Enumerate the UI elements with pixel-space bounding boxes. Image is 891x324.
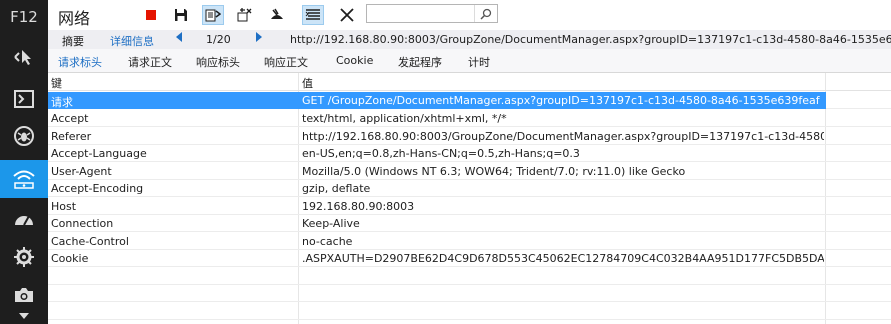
close-details-icon[interactable] bbox=[336, 5, 358, 25]
grid-header: 键 值 bbox=[48, 73, 891, 91]
header-value: 192.168.80.90:8003 bbox=[302, 200, 415, 213]
table-row[interactable]: Accept-Encoding gzip, deflate bbox=[48, 180, 891, 197]
header-key: Cache-Control bbox=[51, 235, 129, 248]
request-url: http://192.168.80.90:8003/GroupZone/Docu… bbox=[290, 33, 891, 46]
clear-entries-icon[interactable] bbox=[234, 5, 256, 25]
header-key: Accept bbox=[51, 112, 89, 125]
search-icon[interactable] bbox=[474, 5, 497, 22]
header-value: http://192.168.80.90:8003/GroupZone/Docu… bbox=[302, 130, 824, 143]
header-key: Connection bbox=[51, 217, 114, 230]
save-icon[interactable] bbox=[170, 5, 192, 25]
table-row[interactable]: Connection Keep-Alive bbox=[48, 215, 891, 232]
value-column-header[interactable]: 值 bbox=[302, 75, 313, 91]
filter-list-icon[interactable] bbox=[302, 5, 324, 25]
key-column-header[interactable]: 键 bbox=[51, 75, 62, 91]
clear-cache-icon[interactable] bbox=[266, 5, 288, 25]
tab-response-headers[interactable]: 响应标头 bbox=[196, 54, 240, 70]
expand-down-icon[interactable] bbox=[0, 308, 48, 324]
table-row[interactable]: Accept-Language en-US,en;q=0.8,zh-Hans-C… bbox=[48, 145, 891, 162]
network-toolbar: 网络 bbox=[48, 0, 891, 30]
tab-timing[interactable]: 计时 bbox=[468, 54, 490, 70]
tab-request-headers[interactable]: 请求标头 bbox=[58, 54, 102, 70]
table-row[interactable]: Cookie .ASPXAUTH=D2907BE62D4C9D678D553C4… bbox=[48, 250, 891, 267]
network-icon[interactable] bbox=[0, 160, 48, 198]
details-navigation-bar: 摘要 详细信息 1/20 http://192.168.80.90:8003/G… bbox=[48, 30, 891, 49]
header-value: en-US,en;q=0.8,zh-Hans-CN;q=0.5,zh-Hans;… bbox=[302, 147, 580, 160]
header-key: Cookie bbox=[51, 252, 89, 265]
table-row[interactable]: Host 192.168.80.90:8003 bbox=[48, 198, 891, 215]
summary-button[interactable]: 摘要 bbox=[62, 33, 84, 49]
empty-row bbox=[48, 285, 891, 302]
details-button[interactable]: 详细信息 bbox=[110, 33, 154, 49]
panel-title: 网络 bbox=[58, 9, 91, 28]
tab-cookie[interactable]: Cookie bbox=[336, 54, 373, 67]
emulation-camera-icon[interactable] bbox=[0, 278, 48, 312]
table-row[interactable]: 请求 GET /GroupZone/DocumentManager.aspx?g… bbox=[48, 92, 891, 109]
tab-request-body[interactable]: 请求正文 bbox=[128, 54, 172, 70]
console-icon[interactable] bbox=[0, 82, 48, 116]
next-icon[interactable] bbox=[256, 32, 262, 45]
header-value: Keep-Alive bbox=[302, 217, 360, 230]
memory-icon[interactable] bbox=[0, 240, 48, 274]
headers-grid: 键 值 请求 GET /GroupZone/DocumentManager.as… bbox=[48, 73, 891, 324]
tab-initiator[interactable]: 发起程序 bbox=[398, 54, 442, 70]
header-key: Accept-Language bbox=[51, 147, 147, 160]
tab-response-body[interactable]: 响应正文 bbox=[264, 54, 308, 70]
table-row[interactable]: Accept text/html, application/xhtml+xml,… bbox=[48, 110, 891, 127]
empty-row bbox=[48, 268, 891, 285]
dom-explorer-icon[interactable] bbox=[0, 40, 48, 74]
performance-icon[interactable] bbox=[0, 202, 48, 236]
header-key: Host bbox=[51, 200, 77, 213]
table-row[interactable]: Referer http://192.168.80.90:8003/GroupZ… bbox=[48, 128, 891, 145]
header-value: gzip, deflate bbox=[302, 182, 371, 195]
header-value: no-cache bbox=[302, 235, 353, 248]
header-key: User-Agent bbox=[51, 165, 112, 178]
header-value: .ASPXAUTH=D2907BE62D4C9D678D553C45062EC1… bbox=[302, 252, 824, 265]
header-key: Accept-Encoding bbox=[51, 182, 144, 195]
previous-icon[interactable] bbox=[176, 32, 182, 45]
header-value: GET /GroupZone/DocumentManager.aspx?grou… bbox=[302, 94, 824, 107]
debugger-icon[interactable] bbox=[0, 119, 48, 153]
table-row[interactable]: Cache-Control no-cache bbox=[48, 233, 891, 250]
stop-recording-icon[interactable] bbox=[140, 5, 162, 25]
tool-sidebar: F12 bbox=[0, 0, 48, 324]
table-row[interactable]: User-Agent Mozilla/5.0 (Windows NT 6.3; … bbox=[48, 163, 891, 180]
header-value: Mozilla/5.0 (Windows NT 6.3; WOW64; Trid… bbox=[302, 165, 686, 178]
search-input[interactable] bbox=[367, 5, 477, 22]
header-key: 请求 bbox=[51, 96, 73, 109]
header-key: Referer bbox=[51, 130, 92, 143]
header-value: text/html, application/xhtml+xml, */* bbox=[302, 112, 507, 125]
details-tabs: 请求标头 请求正文 响应标头 响应正文 Cookie 发起程序 计时 bbox=[48, 49, 891, 73]
search-box[interactable] bbox=[366, 4, 498, 23]
entry-position: 1/20 bbox=[206, 33, 231, 46]
always-refresh-icon[interactable] bbox=[202, 5, 224, 25]
empty-row bbox=[48, 303, 891, 320]
f12-label: F12 bbox=[10, 8, 38, 26]
